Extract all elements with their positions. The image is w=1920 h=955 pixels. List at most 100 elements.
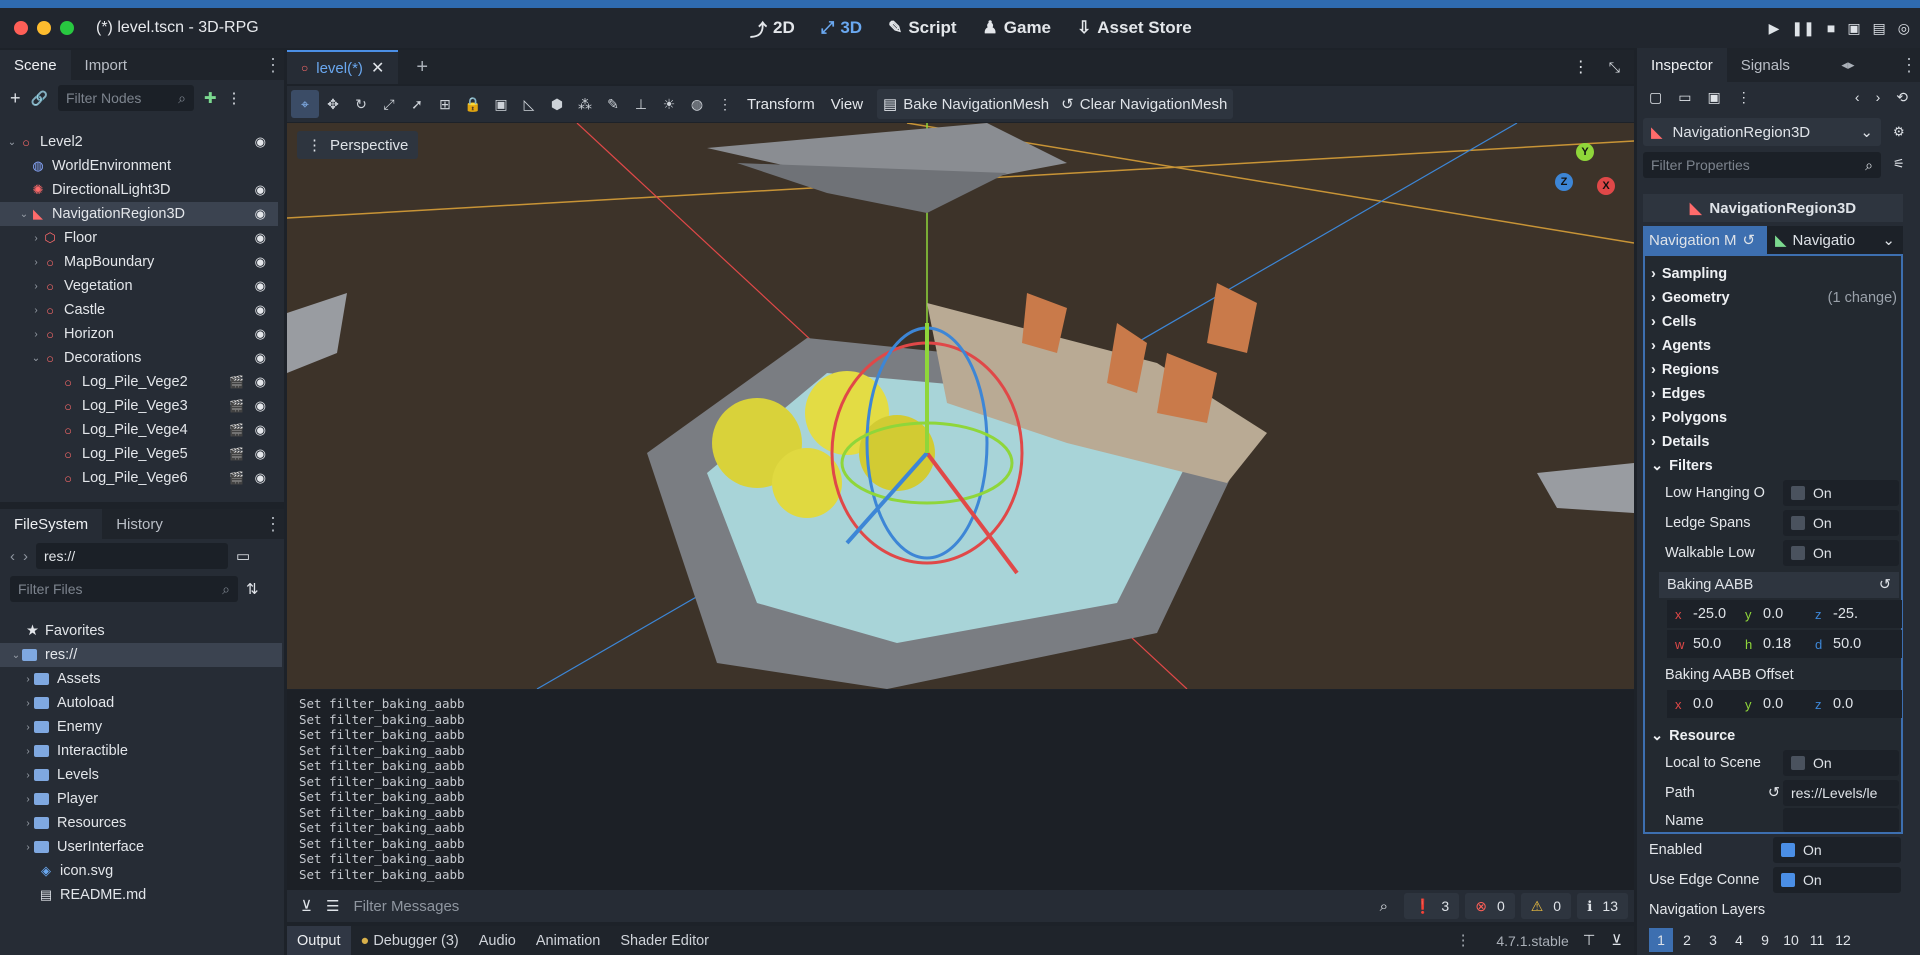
history-icon[interactable]: ⟲	[1896, 89, 1908, 106]
scene-menu-icon[interactable]: ⋮	[227, 89, 242, 107]
section-polygons[interactable]: › Polygons	[1651, 406, 1727, 430]
dock-menu-icon[interactable]: ⋮	[1898, 48, 1920, 82]
layer-toggle[interactable]: 12	[1831, 928, 1855, 952]
bottom-panel-menu-icon[interactable]: ⋮	[1456, 933, 1471, 949]
tree-node[interactable]: ○ Log_Pile_Vege2 🎬 ◉	[0, 370, 278, 394]
filter-properties-input[interactable]: Filter Properties ⌕	[1643, 152, 1881, 178]
movie-maker-icon[interactable]: ◎	[1898, 20, 1910, 37]
section-sampling[interactable]: › Sampling	[1651, 262, 1727, 286]
visibility-eye-icon[interactable]: ◉	[255, 446, 266, 462]
tree-node[interactable]: › ⬡ Floor ◉	[0, 226, 278, 250]
tab-audio[interactable]: Audio	[469, 933, 526, 949]
expand-arrow-icon[interactable]: ›	[30, 281, 42, 292]
environment-icon[interactable]: ◍	[683, 90, 711, 118]
visibility-eye-icon[interactable]: ◉	[255, 302, 266, 318]
close-tab-icon[interactable]: ✕	[371, 58, 384, 78]
mode-3d-button[interactable]: ⤢ 3D	[821, 18, 862, 38]
tab-animation[interactable]: Animation	[526, 933, 610, 949]
list-select-icon[interactable]: ➚	[403, 90, 431, 118]
viewport-scene[interactable]	[287, 123, 1634, 689]
enabled-checkbox[interactable]: On	[1773, 837, 1901, 863]
section-cells[interactable]: › Cells	[1651, 310, 1697, 334]
expand-arrow-icon[interactable]: ›	[22, 722, 34, 733]
collapse-arrow-icon[interactable]: ⌄	[6, 137, 18, 148]
offset-x-field[interactable]: 0.0	[1693, 696, 1737, 712]
minimize-window-button[interactable]	[37, 21, 51, 35]
folder-item[interactable]: › Enemy	[0, 715, 282, 739]
distraction-free-icon[interactable]: ⤡	[1609, 59, 1620, 76]
pin-panel-icon[interactable]: ⊤	[1583, 933, 1596, 949]
path-input[interactable]: res://	[36, 543, 228, 569]
resource-menu-icon[interactable]: ⋮	[1737, 89, 1751, 106]
expand-arrow-icon[interactable]: ›	[22, 770, 34, 781]
tab-output[interactable]: Output	[287, 926, 351, 955]
layer-toggle[interactable]: 9	[1753, 928, 1777, 952]
messages-toggle[interactable]: ❗ 3	[1403, 893, 1460, 919]
visibility-eye-icon[interactable]: ◉	[255, 350, 266, 366]
warnings-toggle[interactable]: ⚠ 0	[1520, 893, 1572, 919]
dock-menu-icon[interactable]: ⋮	[262, 509, 284, 539]
layer-toggle[interactable]: 1	[1649, 928, 1673, 952]
tree-node[interactable]: ○ Log_Pile_Vege3 🎬 ◉	[0, 394, 278, 418]
link-icon[interactable]: 🔗	[31, 90, 48, 107]
history-back-icon[interactable]: ‹	[1855, 89, 1860, 105]
tree-node[interactable]: ○ Log_Pile_Vege4 🎬 ◉	[0, 418, 278, 442]
folder-item[interactable]: › UserInterface	[0, 835, 282, 859]
viewport-menu-icon[interactable]: ⋮	[711, 90, 739, 118]
tree-node[interactable]: ⌄ ○ Decorations ◉	[0, 346, 278, 370]
tab-scene[interactable]: Scene	[0, 50, 71, 80]
expand-arrow-icon[interactable]: ›	[22, 674, 34, 685]
visibility-eye-icon[interactable]: ◉	[255, 470, 266, 486]
tree-node[interactable]: ○ Log_Pile_Vege6 🎬 ◉	[0, 466, 278, 490]
attach-script-icon[interactable]: ✚	[204, 89, 217, 107]
aabb-d-field[interactable]: 50.0	[1833, 636, 1877, 652]
navigation-mesh-property[interactable]: Navigation M ↺ ◣ Navigatio ⌄	[1643, 226, 1903, 254]
scene-tab[interactable]: ○ level(*) ✕	[287, 50, 399, 84]
layer-toggle[interactable]: 2	[1675, 928, 1699, 952]
ruler-icon[interactable]: ◺	[515, 90, 543, 118]
tree-node[interactable]: ⌄ ○ Level2 ◉	[0, 130, 278, 154]
collapse-arrow-icon[interactable]: ⌄	[10, 650, 22, 661]
play-icon[interactable]: ▶	[1769, 20, 1780, 37]
mode-2d-button[interactable]: ⤴ 2D	[750, 16, 795, 41]
visibility-eye-icon[interactable]: ◉	[255, 230, 266, 246]
collapse-output-icon[interactable]: ☰	[326, 897, 339, 915]
favorites-item[interactable]: ★ Favorites	[0, 619, 282, 643]
node-selector[interactable]: ◣ NavigationRegion3D ⌄	[1643, 118, 1881, 146]
filter-messages-input[interactable]: Filter Messages ⌕	[353, 898, 1398, 915]
open-scene-icon[interactable]: 🎬	[229, 399, 244, 413]
tree-node[interactable]: ✺ DirectionalLight3D ◉	[0, 178, 278, 202]
file-item[interactable]: ◈ icon.svg	[0, 859, 282, 883]
add-node-icon[interactable]: +	[10, 88, 21, 109]
expand-arrow-icon[interactable]: ›	[22, 698, 34, 709]
play-scene-icon[interactable]: ▣	[1847, 20, 1860, 37]
expand-arrow-icon[interactable]: ›	[22, 818, 34, 829]
move-mode-icon[interactable]: ✥	[319, 90, 347, 118]
tree-node[interactable]: ◍ WorldEnvironment	[0, 154, 278, 178]
tree-node[interactable]: ○ Log_Pile_Vege5 🎬 ◉	[0, 442, 278, 466]
layer-toggle[interactable]: 11	[1805, 928, 1829, 952]
expand-arrow-icon[interactable]: ›	[22, 794, 34, 805]
scale-mode-icon[interactable]: ⤢	[375, 90, 403, 118]
mode-asset-store-button[interactable]: ⇩ Asset Store	[1077, 18, 1192, 38]
new-resource-icon[interactable]: ▢	[1649, 89, 1662, 106]
layer-toggle[interactable]: 4	[1727, 928, 1751, 952]
file-item[interactable]: ▤ README.md	[0, 883, 282, 907]
visibility-eye-icon[interactable]: ◉	[255, 182, 266, 198]
expand-arrow-icon[interactable]: ›	[30, 305, 42, 316]
layer-toggle[interactable]: 3	[1701, 928, 1725, 952]
mode-game-button[interactable]: ♟ Game	[983, 18, 1052, 38]
visibility-eye-icon[interactable]: ◉	[255, 398, 266, 414]
collapse-arrow-icon[interactable]: ⌄	[18, 209, 30, 220]
section-details[interactable]: › Details	[1651, 430, 1709, 454]
view-gizmo[interactable]: Y X Z	[1555, 143, 1615, 203]
pin-icon[interactable]: ⊥	[627, 90, 655, 118]
tree-node[interactable]: › ○ Vegetation ◉	[0, 274, 278, 298]
tab-history[interactable]: History	[102, 509, 177, 539]
aabb-x-field[interactable]: -25.0	[1693, 606, 1737, 622]
section-filters[interactable]: ⌄ Filters	[1651, 454, 1713, 478]
folder-item[interactable]: › Resources	[0, 811, 282, 835]
revert-icon[interactable]: ↺	[1879, 577, 1891, 593]
section-edges[interactable]: › Edges	[1651, 382, 1705, 406]
pivot-icon[interactable]: ⊞	[431, 90, 459, 118]
